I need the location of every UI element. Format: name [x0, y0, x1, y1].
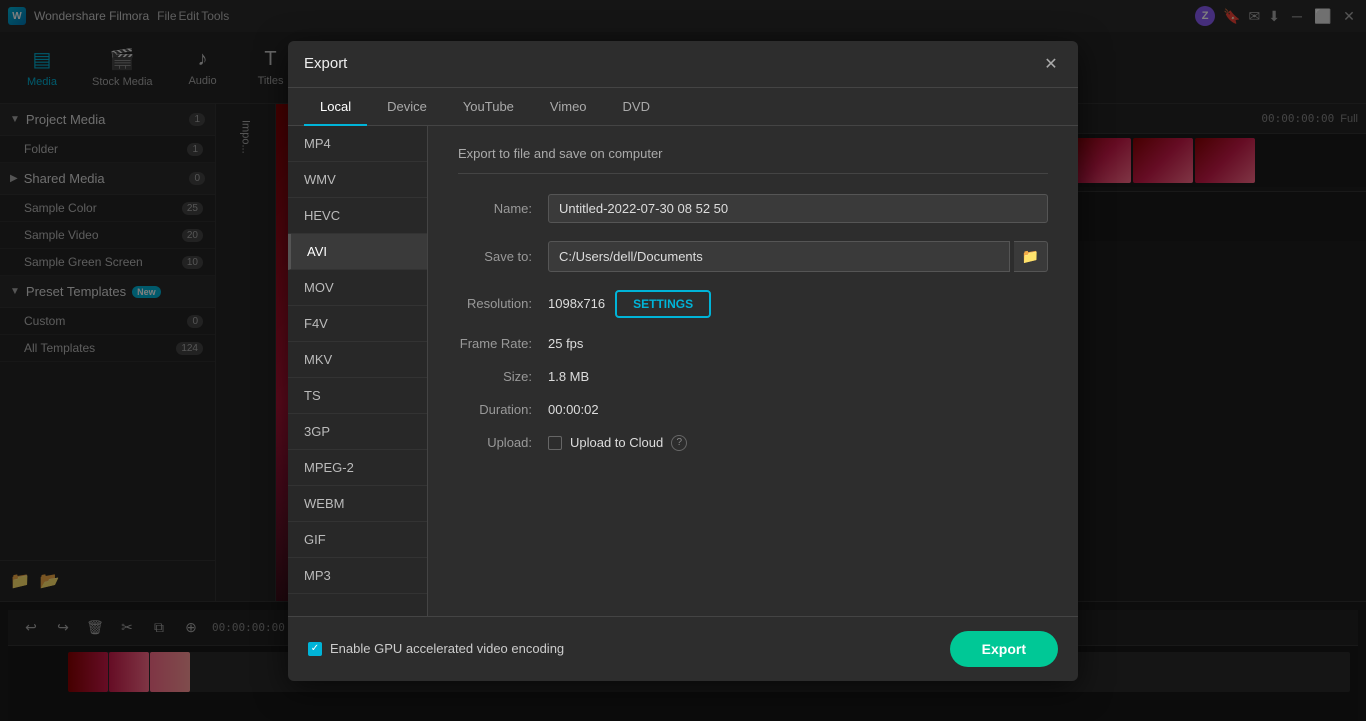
modal-overlay: Export ✕ Local Device YouTube Vimeo DVD … [0, 0, 1366, 721]
frame-rate-label: Frame Rate: [458, 336, 548, 351]
format-hevc[interactable]: HEVC [288, 198, 427, 234]
upload-cloud-label: Upload to Cloud [570, 435, 663, 450]
upload-cloud-checkbox[interactable] [548, 436, 562, 450]
save-to-input[interactable] [548, 241, 1010, 272]
gpu-checkbox[interactable]: ✓ [308, 642, 322, 656]
duration-value: 00:00:02 [548, 402, 1048, 417]
format-avi[interactable]: AVI [288, 234, 427, 270]
gpu-checkbox-row: ✓ Enable GPU accelerated video encoding [308, 641, 564, 656]
name-field-row: Name: [458, 194, 1048, 223]
save-to-row: 📁 [548, 241, 1048, 272]
upload-help-icon[interactable]: ? [671, 435, 687, 451]
tab-device[interactable]: Device [371, 89, 443, 126]
resolution-label: Resolution: [458, 296, 548, 311]
resolution-value: 1098x716 [548, 296, 605, 311]
tab-vimeo[interactable]: Vimeo [534, 89, 603, 126]
format-mp4[interactable]: MP4 [288, 126, 427, 162]
upload-field-row: Upload: Upload to Cloud ? [458, 435, 1048, 451]
modal-footer: ✓ Enable GPU accelerated video encoding … [288, 616, 1078, 681]
format-wmv[interactable]: WMV [288, 162, 427, 198]
tab-dvd[interactable]: DVD [607, 89, 666, 126]
modal-close-button[interactable]: ✕ [1040, 53, 1062, 75]
format-mkv[interactable]: MKV [288, 342, 427, 378]
modal-header: Export ✕ [288, 41, 1078, 88]
frame-rate-value: 25 fps [548, 336, 1048, 351]
format-mpeg2[interactable]: MPEG-2 [288, 450, 427, 486]
frame-rate-field-row: Frame Rate: 25 fps [458, 336, 1048, 351]
size-label: Size: [458, 369, 548, 384]
gpu-label: Enable GPU accelerated video encoding [330, 641, 564, 656]
upload-row: Upload to Cloud ? [548, 435, 687, 451]
settings-panel: Export to file and save on computer Name… [428, 126, 1078, 616]
name-input[interactable] [548, 194, 1048, 223]
modal-tabs: Local Device YouTube Vimeo DVD [288, 88, 1078, 126]
browse-folder-button[interactable]: 📁 [1014, 241, 1048, 272]
tab-youtube[interactable]: YouTube [447, 89, 530, 126]
duration-label: Duration: [458, 402, 548, 417]
tab-local[interactable]: Local [304, 89, 367, 126]
modal-title: Export [304, 55, 347, 72]
format-list: MP4 WMV HEVC AVI MOV F4V MKV TS 3GP MPEG… [288, 126, 428, 616]
size-value: 1.8 MB [548, 369, 1048, 384]
upload-label: Upload: [458, 435, 548, 450]
export-modal: Export ✕ Local Device YouTube Vimeo DVD … [288, 41, 1078, 681]
format-ts[interactable]: TS [288, 378, 427, 414]
app-window: W Wondershare Filmora File Edit Tools Z … [0, 0, 1366, 721]
save-to-field-row: Save to: 📁 [458, 241, 1048, 272]
name-label: Name: [458, 201, 548, 216]
format-f4v[interactable]: F4V [288, 306, 427, 342]
format-gif[interactable]: GIF [288, 522, 427, 558]
export-button[interactable]: Export [950, 631, 1058, 667]
format-3gp[interactable]: 3GP [288, 414, 427, 450]
resolution-field-row: Resolution: 1098x716 SETTINGS [458, 290, 1048, 318]
duration-field-row: Duration: 00:00:02 [458, 402, 1048, 417]
settings-button[interactable]: SETTINGS [615, 290, 711, 318]
modal-body: MP4 WMV HEVC AVI MOV F4V MKV TS 3GP MPEG… [288, 126, 1078, 616]
size-field-row: Size: 1.8 MB [458, 369, 1048, 384]
format-mp3[interactable]: MP3 [288, 558, 427, 594]
settings-subtitle: Export to file and save on computer [458, 146, 1048, 174]
format-mov[interactable]: MOV [288, 270, 427, 306]
format-webm[interactable]: WEBM [288, 486, 427, 522]
resolution-row: 1098x716 SETTINGS [548, 290, 711, 318]
save-to-label: Save to: [458, 249, 548, 264]
